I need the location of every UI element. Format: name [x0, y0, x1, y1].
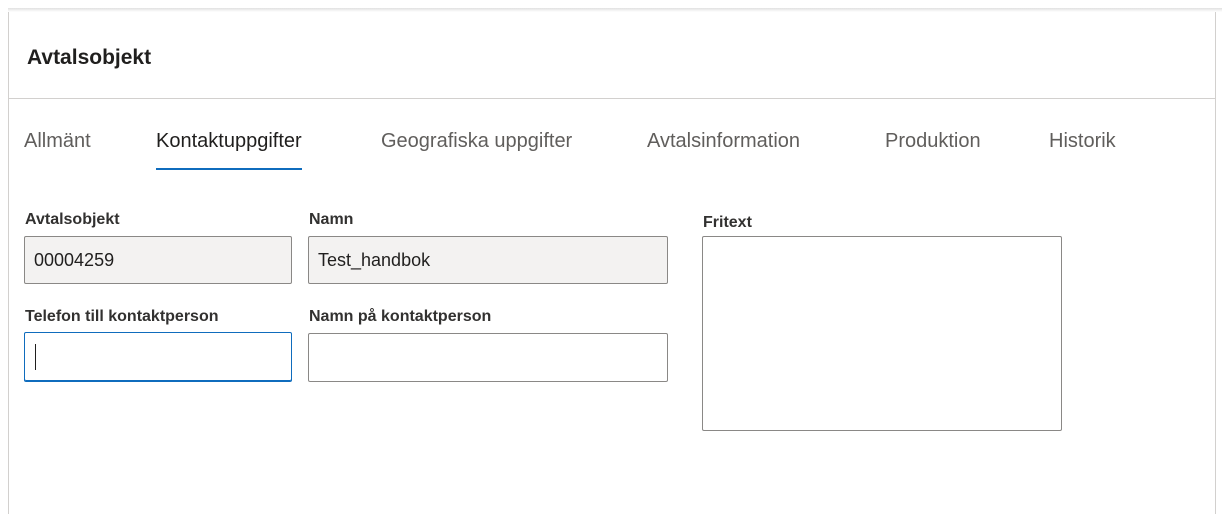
namn-field[interactable] [308, 236, 668, 284]
tab-historik[interactable]: Historik [1049, 130, 1116, 153]
telefon-label: Telefon till kontaktperson [25, 308, 219, 325]
panel-header: Avtalsobjekt [9, 12, 1215, 99]
tab-produktion[interactable]: Produktion [885, 130, 981, 153]
avtalsobjekt-panel: Avtalsobjekt Allmänt Kontaktuppgifter Ge… [8, 12, 1216, 514]
fritext-textarea[interactable] [702, 236, 1062, 431]
page-title: Avtalsobjekt [27, 46, 152, 69]
kontaktnamn-field[interactable] [308, 333, 668, 382]
kontaktnamn-label: Namn på kontaktperson [309, 308, 492, 325]
tab-bar: Allmänt Kontaktuppgifter Geografiska upp… [9, 130, 1215, 174]
text-caret [35, 344, 36, 370]
avtalsobjekt-field[interactable] [24, 236, 292, 284]
telefon-field[interactable] [24, 332, 292, 382]
tab-avtalsinformation[interactable]: Avtalsinformation [647, 130, 800, 153]
tab-geografiska-uppgifter[interactable]: Geografiska uppgifter [381, 130, 572, 153]
fritext-label: Fritext [703, 214, 752, 231]
tab-allmant[interactable]: Allmänt [24, 130, 91, 153]
namn-label: Namn [309, 211, 354, 228]
page: Avtalsobjekt Allmänt Kontaktuppgifter Ge… [0, 0, 1222, 514]
avtalsobjekt-label: Avtalsobjekt [25, 211, 120, 228]
tab-kontaktuppgifter[interactable]: Kontaktuppgifter [156, 130, 302, 170]
